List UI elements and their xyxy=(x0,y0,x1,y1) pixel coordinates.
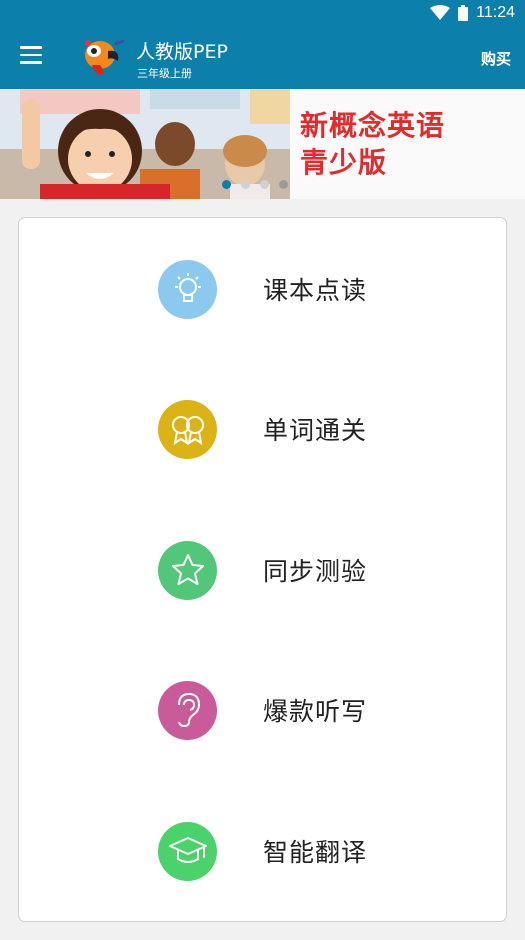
menu-item-sync-test[interactable]: 同步测验 xyxy=(19,530,506,610)
banner-title: 新概念英语 青少版 xyxy=(300,107,445,181)
menu-item-label: 同步测验 xyxy=(263,557,368,586)
hamburger-menu-icon[interactable] xyxy=(20,46,42,64)
menu-item-smart-translate[interactable]: 智能翻译 xyxy=(19,811,506,891)
pager-dot[interactable] xyxy=(241,180,250,189)
award-ribbons-icon xyxy=(158,399,217,459)
banner-pager xyxy=(222,180,288,189)
status-time: 11:24 xyxy=(476,4,515,21)
parrot-logo xyxy=(85,39,125,75)
battery-icon xyxy=(458,5,469,21)
menu-item-label: 智能翻译 xyxy=(263,838,368,867)
banner-line1: 新概念英语 xyxy=(300,109,446,142)
pager-dot[interactable] xyxy=(260,180,269,189)
app-title: 人教版PEP xyxy=(136,41,228,63)
feature-card: 课本点读 单词通关 同步测验 爆款听写 智能翻译 xyxy=(18,217,507,922)
star-icon xyxy=(158,540,217,600)
menu-item-textbook-reading[interactable]: 课本点读 xyxy=(19,249,506,329)
wifi-icon xyxy=(430,5,451,20)
app-subtitle: 三年级上册 xyxy=(137,67,192,80)
status-icons: 11:24 xyxy=(430,4,515,22)
lightbulb-icon xyxy=(158,259,217,319)
banner-line2: 青少版 xyxy=(300,146,388,179)
ear-icon xyxy=(158,680,217,740)
menu-item-label: 单词通关 xyxy=(263,416,368,445)
app-bar: 人教版PEP 三年级上册 购买 xyxy=(0,28,525,89)
pager-dot[interactable] xyxy=(222,180,231,189)
pager-dot[interactable] xyxy=(279,180,288,189)
status-bar: 11:24 xyxy=(0,0,525,28)
graduation-cap-icon xyxy=(158,821,217,881)
menu-item-dictation[interactable]: 爆款听写 xyxy=(19,670,506,750)
buy-button[interactable]: 购买 xyxy=(481,48,511,69)
menu-item-label: 爆款听写 xyxy=(263,697,368,726)
menu-item-label: 课本点读 xyxy=(263,276,368,305)
menu-item-word-challenge[interactable]: 单词通关 xyxy=(19,389,506,469)
